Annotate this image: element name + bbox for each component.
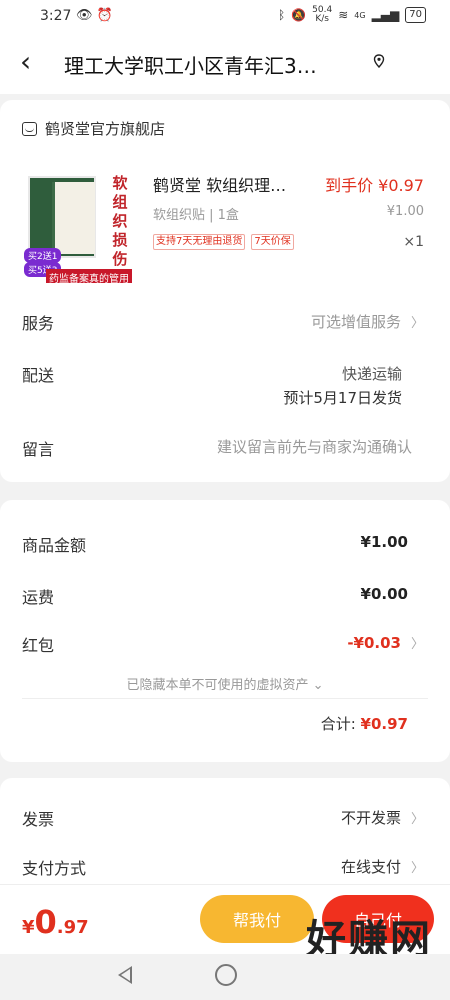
message-label: 留言 bbox=[22, 440, 55, 459]
signal-icon: ▂▄▆ bbox=[371, 8, 400, 22]
service-value: 可选增值服务 bbox=[310, 313, 401, 331]
store-name: 鹤贤堂官方旗舰店 bbox=[45, 120, 166, 138]
price-summary-card: 商品金额 ¥1.00 运费 ¥0.00 红包 -¥0.03 〉 已隐藏本单不可使用… bbox=[0, 500, 450, 762]
invoice-label: 发票 bbox=[22, 810, 55, 829]
redpacket-row[interactable]: -¥0.03 〉 bbox=[347, 633, 424, 652]
wifi-icon: ≋ bbox=[338, 8, 349, 22]
subtotal: 合计: ¥0.97 bbox=[321, 713, 408, 734]
product-image-title: 软组织损伤 bbox=[112, 174, 128, 268]
product-final-price: 到手价 ¥0.97 bbox=[325, 176, 424, 195]
goods-amount-label: 商品金额 bbox=[22, 536, 87, 555]
chevron-right-icon: 〉 bbox=[410, 861, 424, 876]
order-card: 鹤贤堂官方旗舰店 软组织损伤 买2送1 买5送3 药监备案真的管用 鹤贤堂 软组… bbox=[0, 100, 450, 482]
system-nav-bar bbox=[0, 954, 450, 1000]
address-title[interactable]: 理工大学职工小区青年汇3… bbox=[64, 50, 317, 79]
pay-myself-button[interactable]: 自己付 bbox=[322, 895, 434, 943]
service-label: 服务 bbox=[22, 314, 55, 333]
bluetooth-icon: ᛒ bbox=[278, 8, 286, 22]
divider bbox=[22, 698, 428, 699]
shipping-label: 运费 bbox=[22, 588, 55, 607]
back-icon[interactable]: ‹ bbox=[20, 48, 31, 76]
network-speed: 50.4 K/s bbox=[312, 5, 333, 24]
chevron-down-icon: ⌄ bbox=[312, 678, 324, 693]
status-notification-icons: 👁 ⏰ bbox=[76, 8, 113, 23]
return-policy-tag: 支持7天无理由退货 bbox=[153, 234, 246, 250]
product-name[interactable]: 鹤贤堂 软组织理… bbox=[153, 172, 286, 196]
nav-back-icon[interactable] bbox=[118, 966, 132, 984]
network-type: 4G bbox=[354, 10, 366, 20]
chevron-right-icon: 〉 bbox=[410, 316, 424, 331]
total-amount: ¥0.97 bbox=[22, 903, 89, 941]
delivery-eta: 预计5月17日发货 bbox=[283, 389, 402, 407]
hidden-assets-note: 已隐藏本单不可使用的虚拟资产 bbox=[126, 678, 309, 693]
product-unit-price: ¥1.00 bbox=[386, 204, 424, 219]
price-protect-tag: 7天价保 bbox=[251, 234, 294, 250]
shipping-value: ¥0.00 bbox=[360, 585, 408, 603]
product-image[interactable]: 软组织损伤 买2送1 买5送3 药监备案真的管用 bbox=[24, 168, 139, 283]
invoice-value: 不开发票 bbox=[340, 809, 401, 827]
delivery-method: 快递运输 bbox=[341, 365, 402, 383]
nav-home-icon[interactable] bbox=[215, 964, 237, 986]
delivery-row: 快递运输 预计5月17日发货 bbox=[283, 362, 402, 410]
mute-icon: 🔕 bbox=[291, 8, 307, 22]
service-row[interactable]: 可选增值服务〉 bbox=[311, 311, 424, 332]
payment-method-label: 支付方式 bbox=[22, 859, 87, 878]
status-time: 3:27 bbox=[40, 8, 72, 24]
subtotal-value: ¥0.97 bbox=[360, 715, 408, 733]
product-quantity: ×1 bbox=[403, 234, 424, 250]
invoice-row[interactable]: 不开发票〉 bbox=[341, 807, 424, 828]
goods-amount-value: ¥1.00 bbox=[360, 533, 408, 551]
product-image-banner: 药监备案真的管用 bbox=[46, 269, 132, 283]
chevron-right-icon: 〉 bbox=[410, 812, 424, 827]
help-me-pay-button[interactable]: 帮我付 bbox=[200, 895, 314, 943]
location-icon[interactable] bbox=[372, 54, 386, 68]
subtotal-label: 合计: bbox=[320, 715, 356, 733]
product-box-side bbox=[52, 182, 95, 254]
redpacket-value: -¥0.03 bbox=[347, 634, 401, 652]
checkout-bar: ¥0.97 帮我付 自己付 bbox=[0, 884, 450, 955]
product-spec: 软组织贴 | 1盒 bbox=[153, 208, 239, 223]
status-bar: 3:27 👁 ⏰ ᛒ 🔕 50.4 K/s ≋ 4G ▂▄▆ 70 bbox=[0, 0, 450, 34]
chevron-right-icon: 〉 bbox=[410, 637, 424, 652]
message-input[interactable]: 建议留言前先与商家沟通确认 bbox=[217, 436, 412, 457]
store-icon bbox=[22, 121, 37, 136]
payment-method-row[interactable]: 在线支付〉 bbox=[341, 856, 424, 877]
product-image-badge: 买2送1 bbox=[24, 248, 62, 263]
payment-method-value: 在线支付 bbox=[340, 858, 401, 876]
store-header[interactable]: 鹤贤堂官方旗舰店 bbox=[22, 118, 165, 139]
header: ‹ 理工大学职工小区青年汇3… bbox=[0, 34, 450, 94]
hidden-assets-toggle[interactable]: 已隐藏本单不可使用的虚拟资产 ⌄ bbox=[0, 674, 450, 693]
redpacket-label: 红包 bbox=[22, 636, 55, 655]
battery-icon: 70 bbox=[405, 7, 426, 23]
product-tags: 支持7天无理由退货 7天价保 bbox=[153, 234, 294, 250]
status-right: ᛒ 🔕 50.4 K/s ≋ 4G ▂▄▆ 70 bbox=[278, 6, 426, 24]
delivery-label: 配送 bbox=[22, 366, 55, 385]
